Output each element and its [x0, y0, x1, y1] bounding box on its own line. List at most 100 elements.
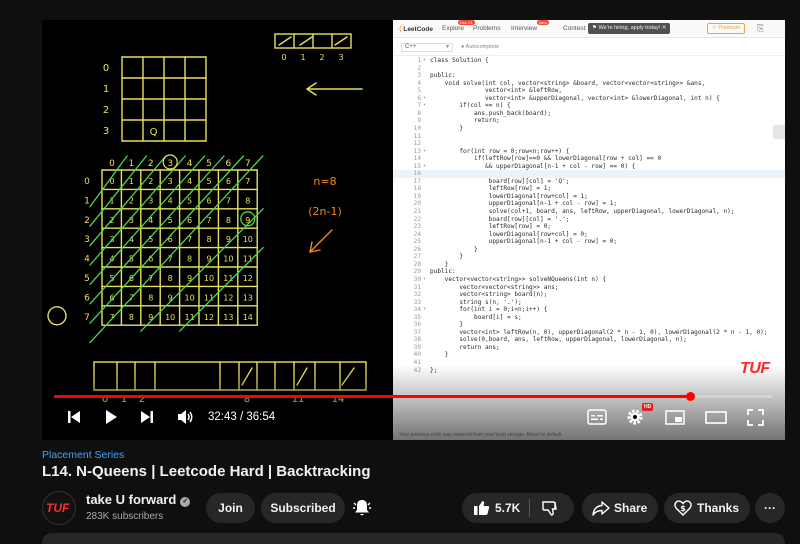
- code-line: 18 leftRow[row] = 1;: [393, 185, 785, 193]
- channel-avatar[interactable]: TUF: [42, 491, 76, 525]
- like-icon[interactable]: [473, 500, 490, 516]
- code-text: }: [430, 253, 464, 261]
- leetcode-navbar: ⟨ LeetCode Explore Dec 21 Problems Interv…: [393, 20, 785, 38]
- fold-marker: ▾: [423, 162, 427, 169]
- theater-icon[interactable]: [705, 410, 727, 425]
- cell-sum: 7: [226, 196, 231, 205]
- arrow-head: [306, 82, 317, 90]
- settings-icon[interactable]: [626, 408, 644, 426]
- code-line: 31 vector<vector<string>> ans;: [393, 284, 785, 292]
- like-count[interactable]: 5.7K: [495, 493, 520, 523]
- volume-icon[interactable]: [177, 409, 195, 425]
- n-label: n=8: [313, 175, 336, 188]
- code-line: 10 }: [393, 125, 785, 133]
- line-number: 13: [413, 147, 421, 155]
- progress-bar[interactable]: [54, 392, 772, 401]
- code-line: 38 solve(0,board, ans, leftRow, upperDia…: [393, 336, 785, 344]
- code-text: for(int i = 0;i<n;i++) {: [430, 306, 548, 314]
- fullscreen-icon[interactable]: [747, 409, 764, 426]
- join-button[interactable]: Join: [206, 493, 255, 523]
- line-number: 30: [413, 275, 421, 283]
- cell-sum: 2: [129, 196, 134, 205]
- line-number: 21: [413, 208, 421, 215]
- small-row-label: 1: [103, 84, 109, 95]
- row-label: 0: [84, 177, 90, 187]
- code-line: 34 ▾ for(int i = 0;i<n;i++) {: [393, 306, 785, 314]
- play-icon[interactable]: [103, 409, 119, 425]
- line-number: 42: [413, 366, 421, 374]
- formula-arrow: [309, 229, 333, 253]
- column-header: 5: [206, 159, 212, 169]
- chapters-icon[interactable]: [587, 409, 607, 425]
- line-number: 31: [413, 283, 421, 291]
- code-line: 9 return;: [393, 117, 785, 125]
- cell-sum: 10: [185, 293, 195, 302]
- code-line: 6 ▾ vector<int> &upperDiagonal, vector<in…: [393, 95, 785, 103]
- line-number: 35: [413, 313, 421, 321]
- time-separator: /: [236, 411, 247, 423]
- code-text: };: [430, 366, 438, 374]
- channel-name-text[interactable]: take U forward: [86, 492, 176, 507]
- column-header: 1: [129, 159, 135, 169]
- line-number: 10: [413, 124, 421, 132]
- leetcode-logo-text: LeetCode: [403, 26, 433, 33]
- description-box[interactable]: [42, 533, 785, 544]
- code-line: 25 upperDiagonal[n-1 + col - row] = 0;: [393, 238, 785, 246]
- more-actions-button[interactable]: ···: [755, 493, 785, 523]
- code-line: 36 }: [393, 321, 785, 329]
- code-line: 12: [393, 140, 785, 148]
- next-icon[interactable]: [139, 409, 155, 425]
- dislike-icon[interactable]: [542, 501, 559, 517]
- line-number: 34: [413, 306, 421, 314]
- array-index: 1: [300, 53, 305, 62]
- code-text: lowerDiagonal[row+col] = 1;: [430, 192, 588, 200]
- cell-sum: 8: [245, 196, 250, 205]
- small-row-label: 2: [103, 105, 109, 116]
- cell-sum: 8: [168, 274, 173, 283]
- code-line: 41: [393, 359, 785, 367]
- line-number: 40: [413, 351, 421, 359]
- channel-name[interactable]: take U forward ✓: [86, 492, 191, 507]
- code-text: string s(n, '.');: [430, 298, 522, 306]
- video-player[interactable]: 0 1 2 3 Q 0 1 2 3 n=8 (2n-1) 0 1 2 3 4 5 6 7 0 0 1 2 3 4 5 6 7 1 1 2 3 4…: [42, 20, 785, 440]
- code-line: 30 ▾ vector<vector<string>> solveNQueens(…: [393, 276, 785, 284]
- thanks-button[interactable]: $ Thanks: [664, 493, 750, 523]
- avatar-logo-text: TUF: [46, 501, 70, 515]
- cell-sum: 4: [168, 196, 173, 205]
- fold-marker: ▾: [423, 94, 427, 101]
- bell-icon[interactable]: [351, 497, 373, 519]
- nav-problems: Problems: [473, 25, 501, 32]
- line-number: 14: [413, 155, 421, 163]
- code-line: 32 vector<string> board(n);: [393, 291, 785, 299]
- line-number: 37: [413, 328, 421, 336]
- code-text: && upperDiagonal[n-1 + col - row] == 0) …: [430, 162, 636, 170]
- code-text: board[row][col] = 'Q';: [430, 177, 570, 185]
- small-row-label: 3: [103, 126, 109, 137]
- line-number: 1: [417, 57, 421, 64]
- share-icon: [592, 501, 610, 516]
- code-text: return;: [430, 117, 500, 125]
- cell-sum: 10: [243, 235, 253, 244]
- line-number: 27: [413, 253, 421, 261]
- cell-sum: 5: [206, 177, 211, 186]
- cell-sum: 8: [226, 216, 231, 225]
- row-label: 6: [84, 293, 90, 303]
- premium-button: ☆ Premium: [707, 23, 745, 34]
- cell-sum: 8: [187, 255, 192, 264]
- row-label: 5: [84, 274, 90, 284]
- line-number: 16: [413, 170, 421, 178]
- code-text: lowerDiagonal[row+col] = 0;: [430, 230, 588, 238]
- like-dislike-group: 5.7K: [462, 493, 574, 523]
- line-number: 17: [413, 177, 421, 185]
- code-line: 33 string s(n, '.');: [393, 299, 785, 307]
- subscribed-button[interactable]: Subscribed: [261, 493, 345, 523]
- side-panel-tab: [773, 125, 785, 139]
- share-button[interactable]: Share: [582, 493, 658, 523]
- line-number: 33: [413, 298, 421, 306]
- miniplayer-icon[interactable]: [665, 410, 685, 425]
- formula-label: (2n-1): [308, 205, 342, 218]
- code-text: return ans;: [430, 343, 500, 351]
- series-link[interactable]: Placement Series: [42, 449, 124, 461]
- prev-icon[interactable]: [66, 409, 82, 425]
- subscriber-count: 283K subscribers: [86, 511, 164, 522]
